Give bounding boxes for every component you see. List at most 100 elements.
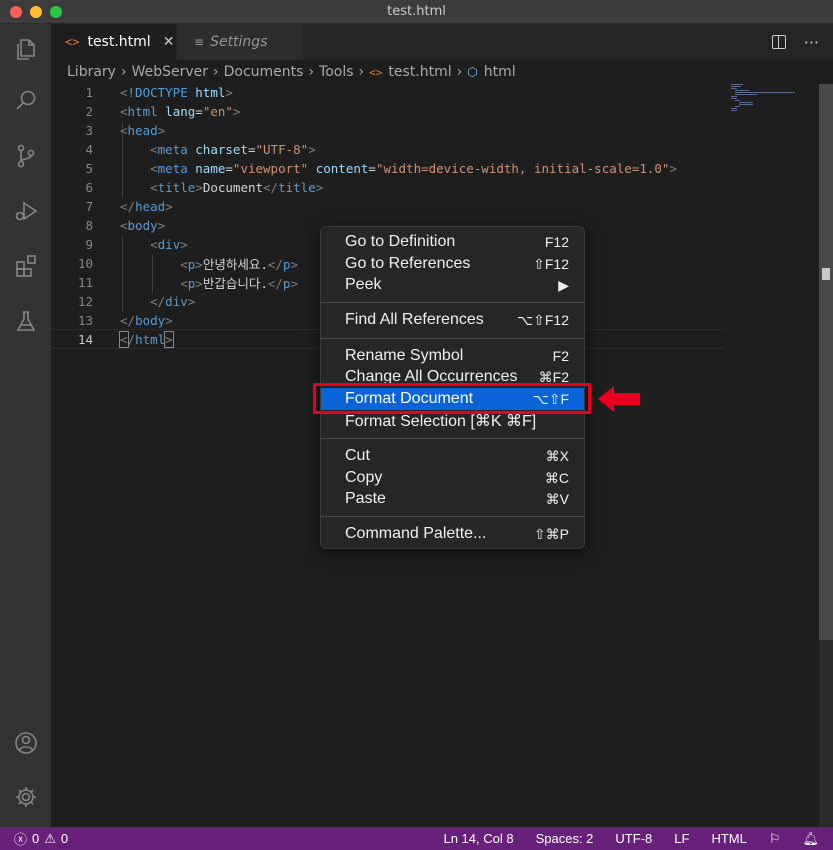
tab-label: Settings bbox=[210, 34, 268, 50]
menu-item-copy[interactable]: Copy ⌘C bbox=[321, 467, 584, 489]
menu-item-shortcut: ⇧F12 bbox=[533, 255, 569, 272]
line-number: 9 bbox=[85, 237, 93, 252]
menu-item-shortcut: ⇧⌘P bbox=[533, 525, 569, 542]
breadcrumb-item[interactable]: Tools bbox=[319, 64, 354, 80]
line-number: 6 bbox=[85, 180, 93, 195]
activity-run-debug[interactable] bbox=[0, 186, 51, 236]
error-icon: ⓧ bbox=[14, 832, 28, 847]
code-text: <meta charset="UTF-8"> bbox=[150, 142, 316, 157]
explorer-icon bbox=[16, 39, 35, 60]
line-number: 11 bbox=[77, 275, 93, 290]
code-text: <title>Document</title> bbox=[150, 180, 324, 195]
problems-indicator[interactable]: ⓧ 0 ⚠ 0 bbox=[14, 827, 68, 850]
menu-item-find-all-references[interactable]: Find All References ⌥⇧F12 bbox=[321, 309, 584, 331]
menu-item-format-document[interactable]: Format Document ⌥⇧F bbox=[321, 388, 584, 410]
arrow-left-icon bbox=[598, 386, 640, 412]
menu-item-cut[interactable]: Cut ⌘X bbox=[321, 445, 584, 467]
line-number: 4 bbox=[85, 142, 93, 157]
code-line: 4 <meta charset="UTF-8"> bbox=[51, 140, 731, 159]
menu-item-label: Go to References bbox=[345, 255, 471, 272]
tab-settings[interactable]: ≡ Settings bbox=[177, 24, 303, 60]
indentation[interactable]: Spaces: 2 bbox=[536, 831, 594, 846]
encoding[interactable]: UTF-8 bbox=[615, 831, 652, 846]
menu-item-shortcut: ⌘X bbox=[545, 447, 569, 464]
menu-item-label: Command Palette... bbox=[345, 525, 487, 542]
breadcrumb-item[interactable]: html bbox=[484, 64, 516, 80]
code-text: <p>안녕하세요.</p> bbox=[180, 257, 298, 272]
editor-actions: ··· bbox=[771, 24, 819, 60]
settings-file-icon: ≡ bbox=[194, 35, 205, 49]
activity-explorer[interactable] bbox=[0, 24, 51, 74]
code-text: <!DOCTYPE html> bbox=[120, 85, 233, 100]
source-control-icon bbox=[17, 144, 34, 168]
scrollbar-thumb[interactable] bbox=[819, 84, 833, 640]
chevron-right-icon: › bbox=[456, 64, 463, 80]
menu-item-command-palette[interactable]: Command Palette... ⇧⌘P bbox=[321, 523, 584, 545]
menu-item-label: Format Document bbox=[345, 390, 474, 407]
menu-item-go-to-definition[interactable]: Go to Definition F12 bbox=[321, 231, 584, 253]
menu-item-shortcut: ⌥⇧F12 bbox=[517, 311, 569, 328]
html-file-icon: <> bbox=[369, 65, 383, 79]
menu-item-change-all-occurrences[interactable]: Change All Occurrences ⌘F2 bbox=[321, 366, 584, 388]
chevron-right-icon: › bbox=[120, 64, 127, 80]
close-icon[interactable]: ✕ bbox=[163, 34, 175, 50]
activity-manage[interactable] bbox=[0, 772, 51, 822]
code-line: 6 <title>Document</title> bbox=[51, 178, 731, 197]
line-number: 10 bbox=[77, 256, 93, 271]
vertical-scrollbar[interactable] bbox=[819, 84, 833, 827]
menu-item-peek[interactable]: Peek ▶ bbox=[321, 274, 584, 296]
menu-separator bbox=[321, 516, 584, 517]
code-text: </html> bbox=[119, 330, 174, 348]
cursor-position[interactable]: Ln 14, Col 8 bbox=[443, 831, 513, 846]
breadcrumb-item[interactable]: WebServer bbox=[132, 64, 208, 80]
code-line: 3 <head> bbox=[51, 121, 731, 140]
notifications-bell-icon[interactable]: 🔔︎ bbox=[802, 831, 819, 847]
menu-item-label: Change All Occurrences bbox=[345, 368, 518, 385]
activity-source-control[interactable] bbox=[0, 131, 51, 181]
menu-item-label: Peek bbox=[345, 276, 382, 293]
manage-gear-icon bbox=[15, 787, 36, 807]
testing-icon bbox=[16, 311, 35, 331]
tab-test-html[interactable]: <> test.html ✕ bbox=[51, 24, 176, 60]
menu-item-go-to-references[interactable]: Go to References ⇧F12 bbox=[321, 253, 584, 275]
menu-item-paste[interactable]: Paste ⌘V bbox=[321, 488, 584, 510]
end-of-line[interactable]: LF bbox=[674, 831, 689, 846]
code-text: <p>반갑습니다.</p> bbox=[180, 276, 298, 291]
more-actions-icon[interactable]: ··· bbox=[804, 33, 819, 52]
menu-item-label: Copy bbox=[345, 469, 383, 486]
symbol-cube-icon: ⬡ bbox=[467, 65, 478, 79]
activity-search[interactable] bbox=[0, 76, 51, 126]
menu-item-rename-symbol[interactable]: Rename Symbol F2 bbox=[321, 345, 584, 367]
code-line: 1 <!DOCTYPE html> bbox=[51, 83, 731, 102]
chevron-right-icon: › bbox=[213, 64, 219, 80]
breadcrumb-item[interactable]: Library bbox=[67, 64, 116, 80]
menu-separator bbox=[321, 302, 584, 303]
title-bar: test.html bbox=[0, 0, 833, 24]
code-text: <head> bbox=[120, 123, 166, 138]
menu-item-shortcut: ⌘F2 bbox=[538, 368, 569, 385]
context-menu: Go to Definition F12 Go to References ⇧F12… bbox=[320, 226, 585, 549]
window-title: test.html bbox=[387, 4, 446, 19]
status-bar-right: Ln 14, Col 8 Spaces: 2 UTF-8 LF HTML ⚐ 🔔… bbox=[443, 827, 819, 850]
language-mode[interactable]: HTML bbox=[711, 831, 746, 846]
line-number: 5 bbox=[85, 161, 93, 176]
chevron-right-icon: › bbox=[358, 64, 365, 80]
code-text: <meta name="viewport" content="width=dev… bbox=[150, 161, 677, 176]
line-number: 14 bbox=[77, 331, 93, 347]
menu-item-label: Paste bbox=[345, 490, 386, 507]
feedback-icon[interactable]: ⚐ bbox=[769, 831, 781, 847]
activity-testing[interactable] bbox=[0, 296, 51, 346]
submenu-arrow-icon: ▶ bbox=[558, 276, 569, 293]
menu-item-label: Find All References bbox=[345, 311, 484, 328]
run-debug-icon bbox=[15, 201, 37, 221]
menu-item-shortcut: ⌘V bbox=[545, 490, 569, 507]
breadcrumb-item[interactable]: Documents bbox=[224, 64, 304, 80]
menu-item-format-selection[interactable]: Format Selection [⌘K ⌘F] bbox=[321, 410, 584, 432]
extensions-icon bbox=[15, 255, 36, 277]
line-number: 7 bbox=[85, 199, 93, 214]
activity-extensions[interactable] bbox=[0, 241, 51, 291]
breadcrumb-item[interactable]: test.html bbox=[388, 64, 451, 80]
split-editor-icon[interactable] bbox=[771, 35, 786, 49]
activity-accounts[interactable] bbox=[0, 718, 51, 768]
minimap[interactable] bbox=[729, 84, 819, 124]
